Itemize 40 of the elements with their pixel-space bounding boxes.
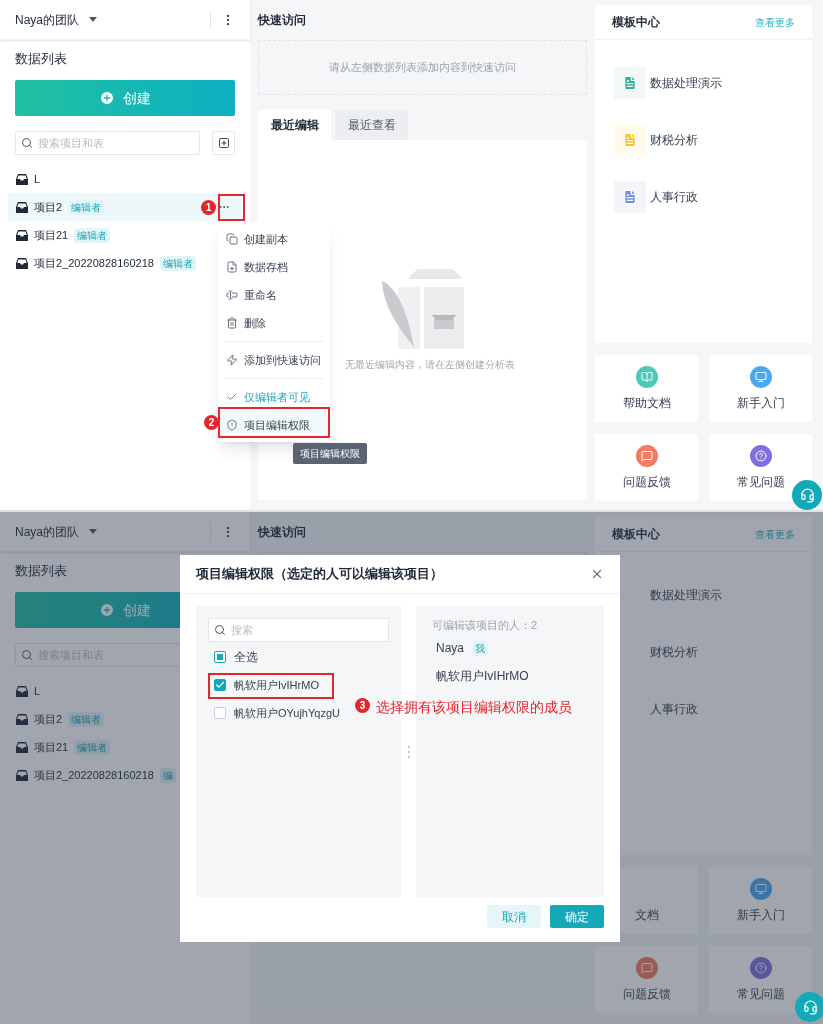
role-tag: 编 [159, 767, 176, 783]
project-name: L [34, 171, 41, 187]
tile-label: 帮助文档 [622, 394, 671, 412]
role-tag: 编辑者 [68, 199, 105, 215]
tile-label: 文档 [634, 906, 659, 924]
project-name: 项目21 [34, 739, 69, 755]
role-tag: 编辑者 [74, 227, 111, 243]
project-name: 项目2_20220828160218 [34, 255, 154, 271]
member-name: 帆软用户IvIHrMO [436, 668, 529, 685]
tile-label: 新手入门 [736, 906, 785, 924]
project-name: 项目21 [34, 227, 69, 243]
checkbox-label: 全选 [234, 649, 258, 666]
tile-label: 常见问题 [736, 473, 785, 491]
tile-label: 问题反馈 [622, 985, 671, 1003]
sidebar-title: 数据列表 [15, 50, 67, 68]
tile-label: 新手入门 [736, 394, 785, 412]
card-title: 模板中心 [612, 526, 660, 543]
sidebar-title: 数据列表 [15, 562, 67, 580]
tile-label: 常见问题 [736, 985, 785, 1003]
tile-label: 问题反馈 [622, 473, 671, 491]
section-title: 快速访问 [258, 524, 306, 541]
self-tag: 我 [472, 640, 488, 656]
project-name: 项目2 [34, 199, 63, 215]
role-tag: 编辑者 [74, 739, 111, 755]
project-name: 项目2 [34, 711, 63, 727]
tooltip: 项目编辑权限 [293, 443, 367, 464]
checkbox-label: 帆软用户IvIHrMO [234, 677, 319, 693]
member-name: Naya [436, 640, 464, 657]
annotation-note: 选择拥有该项目编辑权限的成员 [376, 698, 572, 717]
card-title: 模板中心 [612, 14, 660, 31]
checkbox-label: 帆软用户OYujhYqzgU [234, 705, 340, 721]
dropzone-hint: 请从左侧数据列表添加内容到快速访问 [329, 60, 516, 76]
role-tag: 编辑者 [159, 255, 196, 271]
project-name: L [34, 683, 41, 699]
role-tag: 编辑者 [68, 711, 105, 727]
dialog-title: 项目编辑权限（选定的人可以编辑该项目） [196, 565, 443, 584]
section-title: 快速访问 [258, 12, 306, 29]
selected-count: 可编辑该项目的人：2 [432, 618, 539, 633]
project-name: 项目2_20220828160218 [34, 767, 154, 783]
empty-message: 无最近编辑内容，请在左侧创建分析表 [344, 357, 515, 372]
